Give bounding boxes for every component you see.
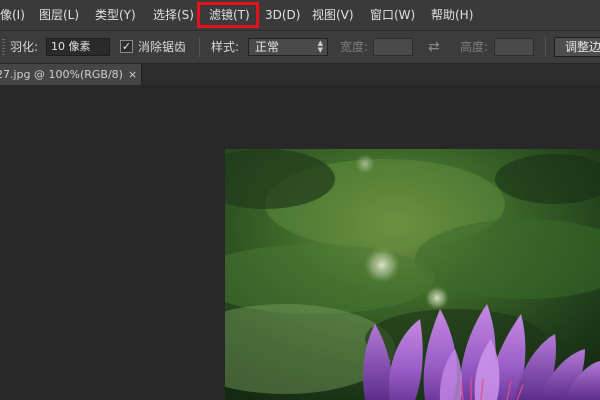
close-tab-icon[interactable]: × <box>128 64 137 85</box>
options-bar: 羽化: 10 像素 ✓ 消除锯齿 样式: 正常 ▲ ▼ 宽度: ⇄ 高度: 调整边 <box>0 31 600 64</box>
menu-select[interactable]: 选择(S) <box>153 0 194 30</box>
swap-arrows-icon[interactable]: ⇄ <box>428 38 440 56</box>
options-divider <box>199 37 200 57</box>
style-select[interactable]: 正常 ▲ ▼ <box>248 38 328 56</box>
menu-bar: 像(I) 图层(L) 类型(Y) 选择(S) 滤镜(T) 3D(D) 视图(V)… <box>0 0 600 31</box>
document-tab-title: 27.jpg @ 100%(RGB/8) <box>0 68 123 81</box>
width-label: 宽度: <box>340 40 369 54</box>
style-select-value: 正常 <box>255 40 280 54</box>
canvas-workspace[interactable] <box>0 85 600 400</box>
style-label: 样式: <box>211 40 240 54</box>
options-grip-handle[interactable] <box>2 39 5 55</box>
menu-view[interactable]: 视图(V) <box>312 0 354 30</box>
select-arrows-icon: ▲ ▼ <box>317 39 323 54</box>
width-field[interactable] <box>373 38 413 56</box>
adjust-edge-button[interactable]: 调整边 <box>554 37 600 57</box>
options-divider <box>545 37 546 57</box>
menu-image[interactable]: 像(I) <box>0 0 25 30</box>
feather-label: 羽化: <box>10 40 39 54</box>
menu-type[interactable]: 类型(Y) <box>95 0 136 30</box>
menu-3d[interactable]: 3D(D) <box>265 0 300 30</box>
menu-help[interactable]: 帮助(H) <box>431 0 473 30</box>
height-field[interactable] <box>494 38 534 56</box>
document-image[interactable] <box>225 149 600 400</box>
menu-window[interactable]: 窗口(W) <box>370 0 415 30</box>
lotus-photo-graphic <box>225 149 600 400</box>
height-label: 高度: <box>460 40 489 54</box>
antialias-label: 消除锯齿 <box>138 40 187 54</box>
filter-menu-highlight-box <box>197 2 259 28</box>
antialias-checkbox[interactable]: ✓ <box>120 40 133 53</box>
document-tab[interactable]: 27.jpg @ 100%(RGB/8) × <box>0 64 142 85</box>
feather-input[interactable]: 10 像素 <box>46 38 110 56</box>
document-tab-bar: 27.jpg @ 100%(RGB/8) × <box>0 64 600 85</box>
menu-layer[interactable]: 图层(L) <box>39 0 79 30</box>
